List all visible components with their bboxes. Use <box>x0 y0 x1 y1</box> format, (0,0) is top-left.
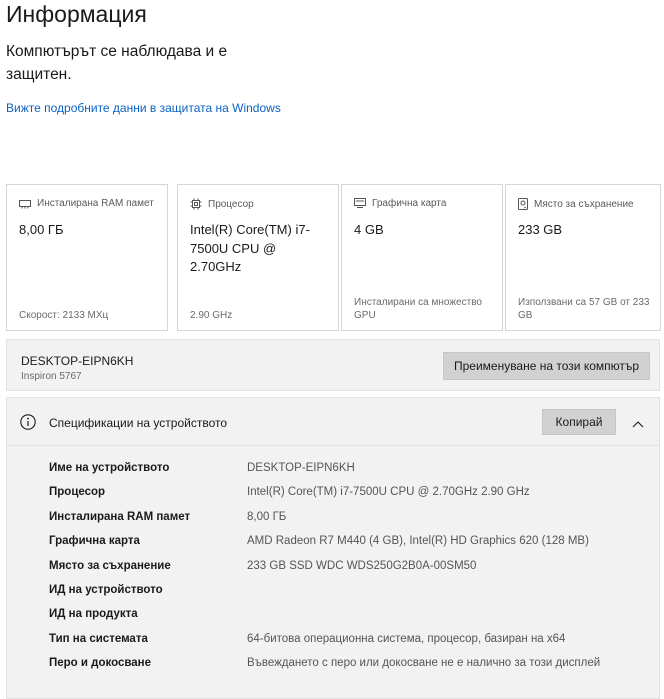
storage-card-value: 233 GB <box>518 222 563 237</box>
graphics-card-footer: Инсталирани са множество GPU <box>354 297 482 321</box>
spec-value: 8,00 ГБ <box>247 510 287 523</box>
storage-card-header: Място за съхранение <box>518 198 634 210</box>
spec-value: Intel(R) Core(TM) i7-7500U CPU @ 2.70GHz… <box>247 486 530 499</box>
storage-card-label: Място за съхранение <box>534 198 634 210</box>
ram-card: Инсталирана RAM памет 8,00 ГБ Скорост: 2… <box>6 184 168 331</box>
graphics-card-label: Графична карта <box>372 198 447 209</box>
spec-key: Процесор <box>49 486 106 499</box>
spec-key: ИД на устройството <box>49 583 163 596</box>
device-name-panel: DESKTOP-EIPN6KH Inspiron 5767 Преименува… <box>6 339 660 391</box>
spec-value: Въвеждането с перо или докосване не е на… <box>247 657 601 670</box>
device-model: Inspiron 5767 <box>21 371 82 382</box>
ram-card-label: Инсталирана RAM памет <box>37 198 154 209</box>
spec-value: 233 GB SSD WDC WDS250G2B0A-00SM50 <box>247 559 477 572</box>
processor-icon <box>190 198 202 210</box>
device-specifications-panel: Спецификации на устройството Копирай Име… <box>6 397 660 699</box>
rename-pc-button[interactable]: Преименуване на този компютър <box>443 352 650 380</box>
processor-card-value: Intel(R) Core(TM) i7-7500U CPU @ 2.70GHz <box>190 222 310 274</box>
protection-status-text: Компютърът се наблюдава и е защитен. <box>6 43 228 83</box>
processor-card-header: Процесор <box>190 198 254 210</box>
processor-card-label: Процесор <box>208 198 254 210</box>
copy-button[interactable]: Копирай <box>542 409 616 435</box>
specifications-title: Спецификации на устройството <box>49 416 228 430</box>
ram-card-footer: Скорост: 2133 МХц <box>19 310 109 321</box>
ram-card-header: Инсталирана RAM памет <box>19 198 154 209</box>
graphics-card-icon <box>354 198 366 209</box>
spec-key: Име на устройството <box>49 462 170 474</box>
page-title: Информация <box>6 1 147 27</box>
ram-card-value: 8,00 ГБ <box>19 222 64 237</box>
processor-card-footer: 2.90 GHz <box>190 310 233 321</box>
spec-key: Място за съхранение <box>49 559 171 572</box>
storage-icon <box>518 198 528 210</box>
storage-card-footer: Използвани са 57 GB от 233 GB <box>518 297 650 321</box>
spec-value: AMD Radeon R7 M440 (4 GB), Intel(R) HD G… <box>247 535 589 548</box>
ram-icon <box>19 199 31 209</box>
specifications-header[interactable]: Спецификации на устройството Копирай <box>7 398 659 446</box>
spec-key: Графична карта <box>49 535 140 548</box>
storage-card: Място за съхранение 233 GB Използвани са… <box>505 184 661 331</box>
spec-key: Инсталирана RAM памет <box>49 510 191 523</box>
info-icon <box>20 414 36 435</box>
spec-key: ИД на продукта <box>49 608 138 621</box>
spec-value: 64-битова операционна система, процесор,… <box>247 632 566 645</box>
graphics-card-header: Графична карта <box>354 198 446 209</box>
graphics-card-value: 4 GB <box>354 222 384 237</box>
spec-key: Тип на системата <box>49 632 148 645</box>
processor-card: Процесор Intel(R) Core(TM) i7-7500U CPU … <box>177 184 339 331</box>
chevron-up-icon[interactable] <box>632 415 644 433</box>
device-name: DESKTOP-EIPN6KH <box>21 354 134 368</box>
graphics-card: Графична карта 4 GB Инсталирани са множе… <box>341 184 503 331</box>
security-details-link[interactable]: Вижте подробните данни в защитата на Win… <box>6 101 281 115</box>
spec-key: Перо и докосване <box>49 657 152 670</box>
spec-value: DESKTOP-EIPN6KH <box>247 462 355 474</box>
